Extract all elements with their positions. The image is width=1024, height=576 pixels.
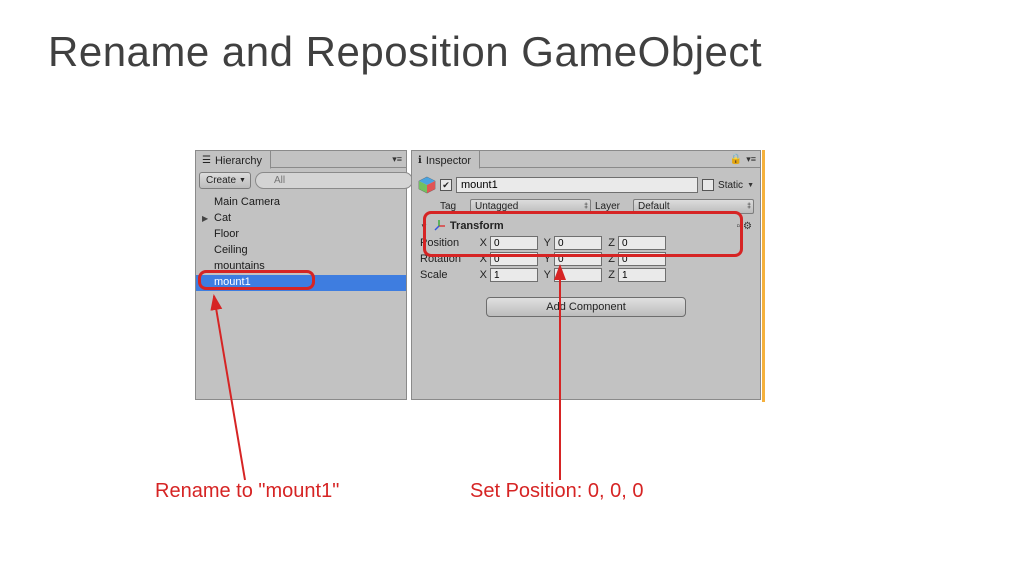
rotation-y-input[interactable] — [554, 252, 602, 266]
transform-axes-icon — [432, 219, 446, 233]
static-label: Static — [718, 180, 743, 191]
annotation-setpos: Set Position: 0, 0, 0 — [470, 480, 643, 503]
enabled-checkbox[interactable]: ✔ — [440, 179, 452, 191]
object-name-input[interactable] — [456, 177, 698, 193]
hierarchy-list: Main Camera ▶ Cat Floor Ceiling mountains moun… — [196, 193, 406, 399]
inspector-panel: ℹ Inspector 🔒 ▾≡ ✔ Static ▼ Tag Untagged… — [411, 150, 761, 400]
scale-z-input[interactable] — [618, 268, 666, 282]
hierarchy-item-mountains[interactable]: mountains — [196, 259, 406, 275]
position-y-input[interactable] — [554, 236, 602, 250]
add-component-label: Add Component — [546, 301, 626, 313]
position-x-input[interactable] — [490, 236, 538, 250]
rot-z-label: Z — [605, 253, 615, 265]
scale-label: Scale — [420, 269, 474, 281]
inspector-tab-label: Inspector — [426, 155, 471, 167]
dropdown-caret-icon: ▼ — [239, 177, 246, 184]
hierarchy-search-input[interactable] — [255, 172, 413, 189]
layer-dropdown[interactable]: Default ‡ — [633, 199, 754, 214]
rot-y-label: Y — [541, 253, 551, 265]
scale-x-input[interactable] — [490, 268, 538, 282]
tag-value: Untagged — [475, 201, 518, 212]
hierarchy-item-label: mountains — [214, 260, 265, 272]
expand-caret-icon[interactable]: ▶ — [202, 214, 208, 223]
rotation-z-input[interactable] — [618, 252, 666, 266]
pos-z-label: Z — [605, 237, 615, 249]
scl-x-label: X — [477, 269, 487, 281]
position-row: Position X Y Z — [418, 235, 754, 251]
transform-title: Transform — [450, 220, 504, 232]
position-label: Position — [420, 237, 474, 249]
pos-y-label: Y — [541, 237, 551, 249]
slide-title: Rename and Reposition GameObject — [48, 28, 762, 76]
hierarchy-item-floor[interactable]: Floor — [196, 227, 406, 243]
hierarchy-icon: ☰ — [202, 155, 211, 166]
static-checkbox[interactable] — [702, 179, 714, 191]
scl-y-label: Y — [541, 269, 551, 281]
lock-icon: 🔒 — [730, 154, 742, 165]
transform-header[interactable]: ▼ Transform ▫ ⚙ — [418, 217, 754, 235]
inspector-body: ✔ Static ▼ Tag Untagged ‡ Layer Default … — [412, 171, 760, 399]
hierarchy-item-main-camera[interactable]: Main Camera — [196, 195, 406, 211]
hierarchy-tab-label: Hierarchy — [215, 155, 262, 167]
create-button[interactable]: Create ▼ — [199, 172, 251, 189]
hierarchy-item-label: Ceiling — [214, 244, 248, 256]
help-icon[interactable]: ▫ — [736, 221, 740, 232]
pos-x-label: X — [477, 237, 487, 249]
layer-value: Default — [638, 201, 670, 212]
hierarchy-toolbar: Create ▼ 🔍 — [199, 171, 403, 190]
position-z-input[interactable] — [618, 236, 666, 250]
scl-z-label: Z — [605, 269, 615, 281]
info-icon: ℹ — [418, 155, 422, 166]
rot-x-label: X — [477, 253, 487, 265]
hierarchy-item-label: Floor — [214, 228, 239, 240]
rotation-label: Rotation — [420, 253, 474, 265]
static-dropdown-icon[interactable]: ▼ — [747, 182, 754, 189]
scale-row: Scale X Y Z — [418, 267, 754, 283]
create-label: Create — [206, 175, 236, 186]
hierarchy-item-ceiling[interactable]: Ceiling — [196, 243, 406, 259]
hierarchy-tab[interactable]: ☰ Hierarchy — [196, 151, 271, 169]
tag-label: Tag — [440, 201, 466, 212]
hierarchy-item-mount1[interactable]: mount1 — [196, 275, 406, 291]
updown-caret-icon: ‡ — [584, 203, 586, 210]
hierarchy-item-label: mount1 — [214, 276, 251, 288]
fold-caret-icon: ▼ — [420, 222, 428, 231]
rotation-row: Rotation X Y Z — [418, 251, 754, 267]
gameobject-cube-icon[interactable] — [418, 176, 436, 194]
editor-screenshot: ☰ Hierarchy ▾≡ Create ▼ 🔍 Main Camera ▶ Ca… — [195, 150, 765, 402]
add-component-button[interactable]: Add Component — [486, 297, 686, 317]
hierarchy-item-label: Main Camera — [214, 196, 280, 208]
inspector-panel-menu[interactable]: 🔒 ▾≡ — [730, 154, 756, 165]
hierarchy-item-label: Cat — [214, 212, 231, 224]
layer-label: Layer — [595, 201, 629, 212]
tag-dropdown[interactable]: Untagged ‡ — [470, 199, 591, 214]
hierarchy-item-cat[interactable]: ▶ Cat — [196, 211, 406, 227]
gear-icon[interactable]: ⚙ — [743, 221, 752, 232]
scale-y-input[interactable] — [554, 268, 602, 282]
updown-caret-icon: ‡ — [747, 203, 749, 210]
rotation-x-input[interactable] — [490, 252, 538, 266]
inspector-tab[interactable]: ℹ Inspector — [412, 151, 480, 169]
annotation-rename: Rename to "mount1" — [155, 480, 339, 503]
hierarchy-panel: ☰ Hierarchy ▾≡ Create ▼ 🔍 Main Camera ▶ Ca… — [195, 150, 407, 400]
panel-menu-icon[interactable]: ▾≡ — [392, 154, 402, 165]
